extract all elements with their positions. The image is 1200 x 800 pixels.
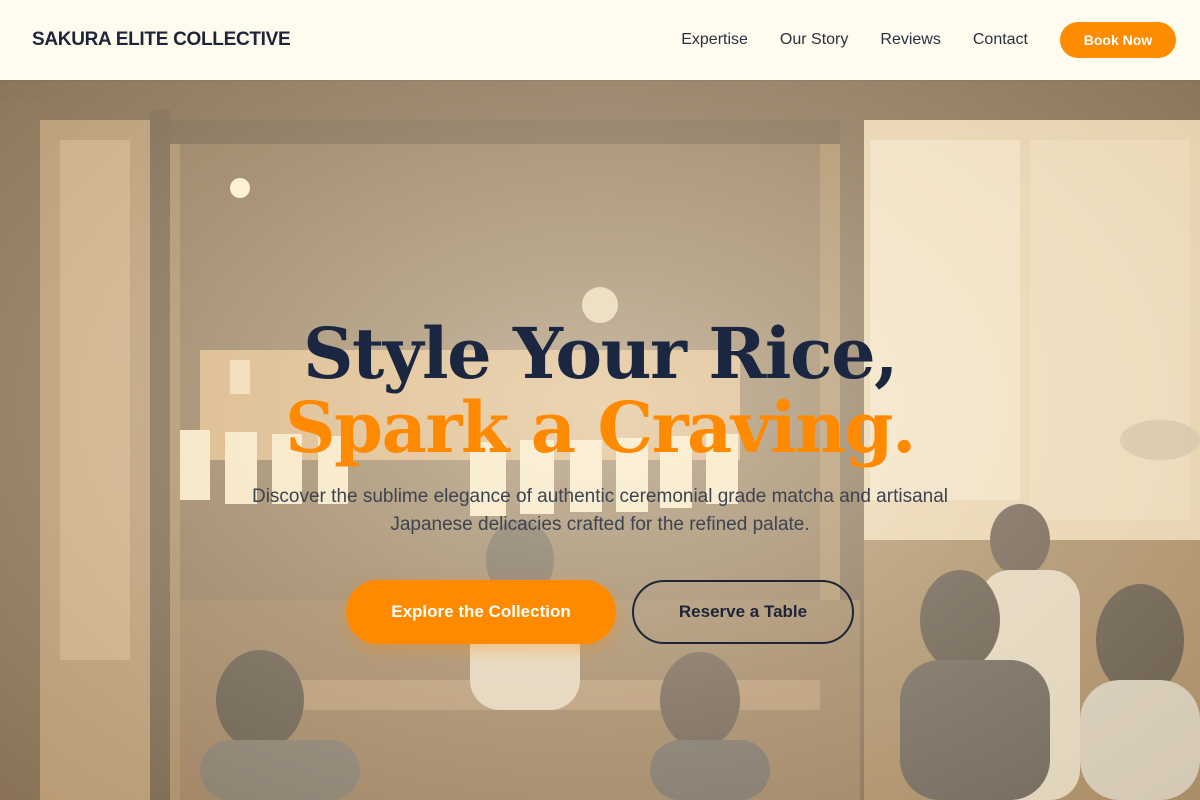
hero-headline-line1: Style Your Rice, (302, 312, 899, 395)
explore-collection-button[interactable]: Explore the Collection (346, 580, 616, 644)
nav-link-contact[interactable]: Contact (973, 31, 1028, 49)
brand-logo[interactable]: SAKURA ELITE COLLECTIVE (32, 29, 291, 51)
hero-cta-group: Explore the Collection Reserve a Table (0, 580, 1200, 644)
hero-subtitle: Discover the sublime elegance of authent… (251, 486, 948, 535)
nav-link-reviews[interactable]: Reviews (880, 31, 940, 49)
nav-link-our-story[interactable]: Our Story (780, 31, 848, 49)
hero-section: Style Your Rice, Spark a Craving. Discov… (0, 80, 1200, 800)
hero-content: Style Your Rice, Spark a Craving. Discov… (0, 80, 1200, 800)
main-nav: Expertise Our Story Reviews Contact (681, 31, 1028, 49)
reserve-table-button[interactable]: Reserve a Table (632, 580, 854, 644)
top-navbar: SAKURA ELITE COLLECTIVE Expertise Our St… (0, 0, 1200, 80)
hero-headline-line2: Spark a Craving. (285, 386, 916, 469)
nav-link-expertise[interactable]: Expertise (681, 31, 748, 49)
book-now-button[interactable]: Book Now (1060, 22, 1176, 58)
